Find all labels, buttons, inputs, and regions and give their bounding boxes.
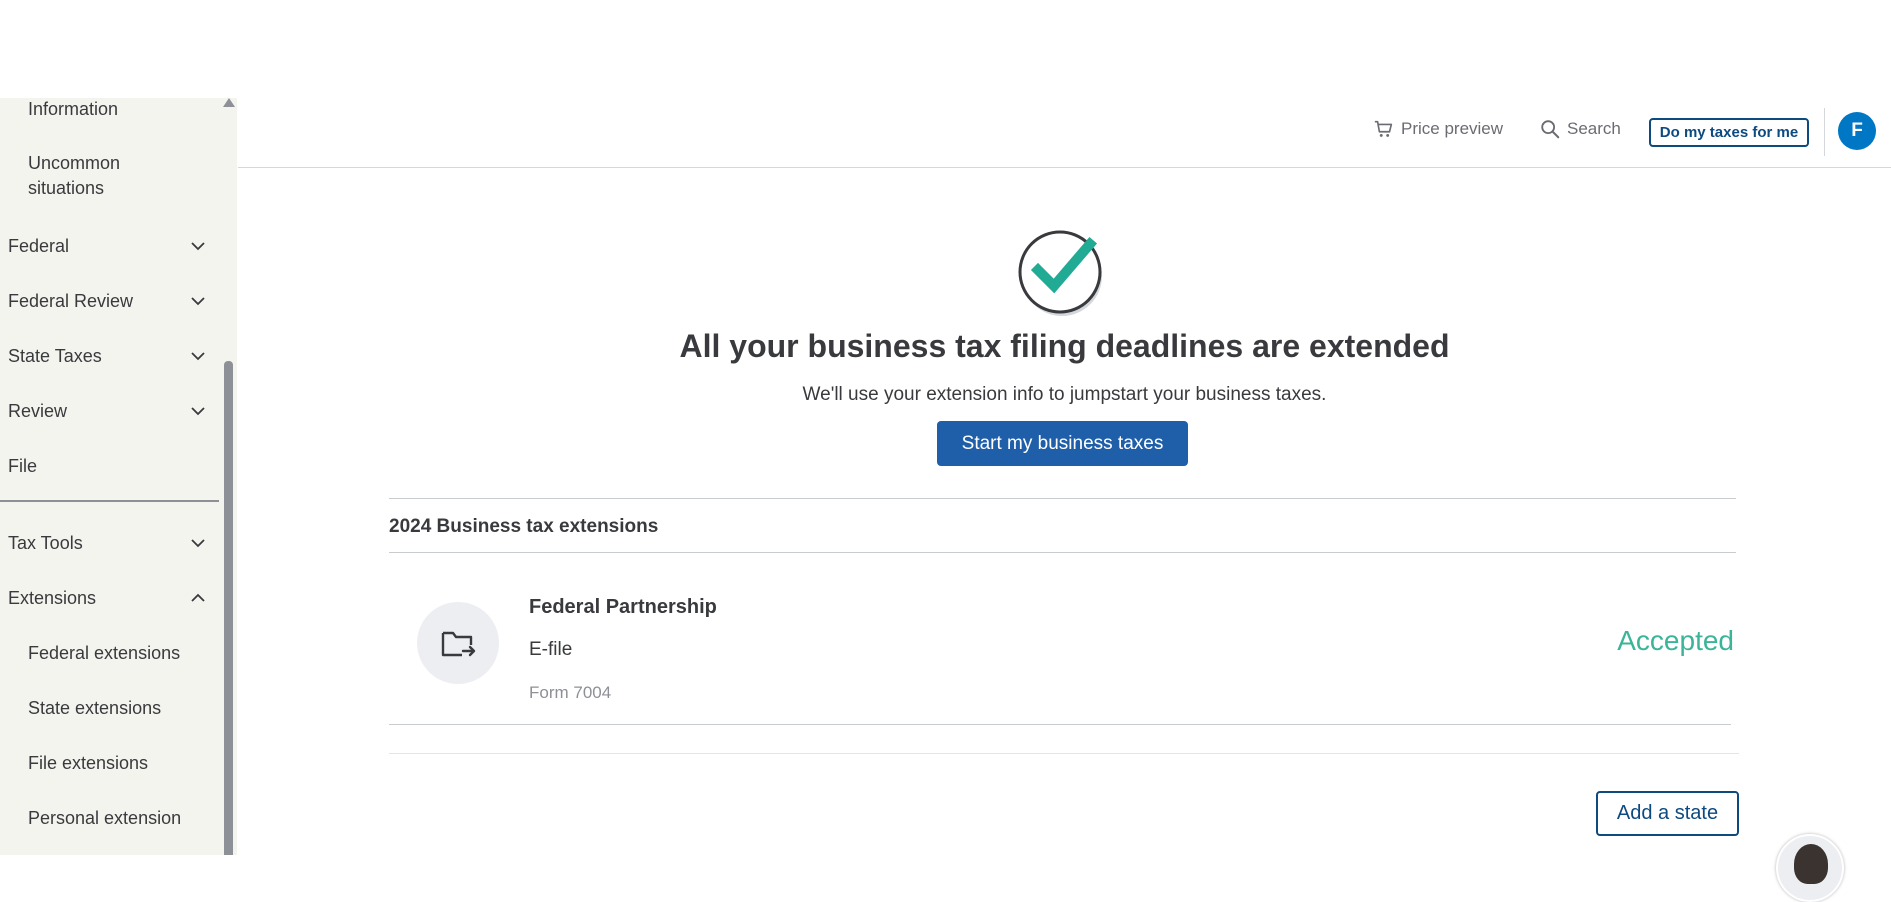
sidebar-item-review[interactable]: Review	[0, 396, 220, 426]
sidebar-item-federal[interactable]: Federal	[0, 231, 220, 261]
agent-photo	[1794, 844, 1828, 884]
help-agent-avatar[interactable]	[1776, 834, 1844, 902]
sidebar-item-label: Uncommon situations	[28, 153, 121, 198]
cart-icon	[1374, 120, 1393, 137]
search-link[interactable]: Search	[1539, 118, 1621, 140]
sidebar-scrollbar[interactable]	[220, 98, 237, 855]
do-my-taxes-button[interactable]: Do my taxes for me	[1649, 118, 1809, 147]
sidebar-item-state-taxes[interactable]: State Taxes	[0, 341, 220, 371]
page-subheadline: We'll use your extension info to jumpsta…	[802, 384, 1327, 405]
status-badge: Accepted	[1617, 625, 1734, 656]
sidebar-item-label: State extensions	[28, 697, 162, 718]
sidebar-item-label: Federal	[8, 235, 70, 256]
section-divider-bottom	[389, 753, 1739, 754]
chevron-down-icon	[191, 352, 205, 361]
price-preview-label: Price preview	[1401, 119, 1504, 138]
scrollbar-thumb[interactable]	[224, 361, 233, 855]
header-divider	[1824, 108, 1825, 156]
sidebar-item-state-extensions[interactable]: State extensions	[0, 693, 220, 723]
sidebar-item-label: Federal extensions	[28, 642, 181, 663]
sidebar-item-label: Tax Tools	[8, 532, 83, 553]
section-divider	[389, 552, 1736, 553]
sidebar-item-information[interactable]: Information	[0, 98, 220, 120]
top-blank-area	[0, 0, 1891, 98]
row-divider	[389, 724, 1731, 725]
top-header: Price preview Search Do my taxes for me …	[238, 98, 1891, 168]
sidebar-item-federal-review[interactable]: Federal Review	[0, 286, 220, 316]
sidebar-item-extensions[interactable]: Extensions	[0, 583, 220, 613]
section-divider-top	[389, 498, 1736, 499]
sidebar-item-label: Review	[8, 400, 68, 421]
chevron-down-icon	[191, 297, 205, 306]
sidebar-item-label: Federal Review	[8, 290, 134, 311]
extension-title: Federal Partnership	[529, 596, 717, 618]
folder-export-icon	[441, 631, 476, 657]
chevron-up-icon	[191, 593, 205, 602]
sidebar-item-federal-extensions[interactable]: Federal extensions	[0, 638, 220, 668]
chevron-down-icon	[191, 242, 205, 251]
add-state-button[interactable]: Add a state	[1596, 791, 1739, 836]
sidebar-nav: Information Uncommon situations Federal …	[0, 98, 220, 855]
search-label: Search	[1567, 119, 1621, 138]
extension-form: Form 7004	[529, 683, 612, 702]
sidebar-item-personal-extension[interactable]: Personal extension	[0, 803, 220, 833]
start-business-taxes-button[interactable]: Start my business taxes	[937, 421, 1188, 466]
sidebar-item-label: File extensions	[28, 752, 149, 773]
sidebar-item-label: Personal extension	[28, 807, 182, 828]
sidebar-item-label: Information	[28, 98, 119, 119]
sidebar-item-tax-tools[interactable]: Tax Tools	[0, 528, 220, 558]
scroll-up-arrow-icon[interactable]	[223, 98, 235, 107]
sidebar-item-label: File	[8, 455, 38, 476]
user-avatar[interactable]: F	[1838, 112, 1876, 150]
sidebar-item-label: State Taxes	[8, 345, 102, 366]
sidebar-item-file-extensions[interactable]: File extensions	[0, 748, 220, 778]
sidebar-divider	[0, 500, 219, 502]
checkmark-badge-icon	[1018, 230, 1102, 316]
sidebar-item-label: Extensions	[8, 587, 97, 608]
search-icon	[1541, 120, 1560, 139]
page-headline: All your business tax filing deadlines a…	[679, 328, 1450, 364]
folder-icon-badge	[417, 602, 499, 684]
price-preview-link[interactable]: Price preview	[1373, 118, 1503, 140]
sidebar-item-uncommon-situations[interactable]: Uncommon situations	[0, 150, 160, 202]
sidebar-item-file[interactable]: File	[0, 451, 220, 481]
extension-method: E-file	[529, 639, 573, 660]
section-title: 2024 Business tax extensions	[389, 516, 659, 537]
chevron-down-icon	[191, 407, 205, 416]
chevron-down-icon	[191, 539, 205, 548]
